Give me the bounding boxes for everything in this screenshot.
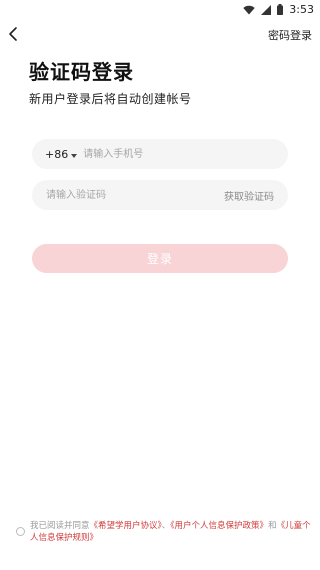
agreement-sep2: 和 (268, 521, 277, 531)
signal-icon (261, 0, 272, 19)
privacy-policy-link[interactable]: 《用户个人信息保护政策》 (170, 521, 268, 531)
user-agreement-link[interactable]: 《希望学用户协议》 (90, 521, 162, 531)
page-subtitle: 新用户登录后将自动创建帐号 (29, 92, 192, 106)
country-code: +86 (45, 147, 69, 161)
wifi-icon (243, 0, 255, 19)
chevron-left-icon (9, 27, 17, 41)
password-login-link[interactable]: 密码登录 (268, 27, 312, 43)
agree-radio[interactable] (16, 527, 25, 536)
agreement-prefix: 我已阅读并同意 (30, 521, 90, 531)
page-title: 验证码登录 (29, 60, 134, 84)
caret-down-icon (71, 148, 78, 161)
back-button[interactable] (5, 25, 23, 43)
phone-input[interactable] (83, 140, 254, 168)
status-time: 3:53 (289, 2, 314, 16)
phone-field: +86 (32, 139, 288, 169)
code-field: 获取验证码 (32, 180, 288, 210)
agreement-text: 我已阅读并同意《希望学用户协议》、《用户个人信息保护政策》和《儿童个人信息保护规… (30, 520, 312, 544)
battery-icon (277, 0, 284, 19)
login-button[interactable]: 登录 (32, 244, 288, 273)
code-input[interactable] (46, 181, 196, 209)
country-code-selector[interactable]: +86 (45, 148, 83, 161)
status-icons: 3:53 (243, 2, 314, 16)
agreement: 我已阅读并同意《希望学用户协议》、《用户个人信息保护政策》和《儿童个人信息保护规… (16, 520, 312, 544)
get-code-button[interactable]: 获取验证码 (224, 188, 274, 203)
status-bar: 3:53 (0, 0, 320, 18)
